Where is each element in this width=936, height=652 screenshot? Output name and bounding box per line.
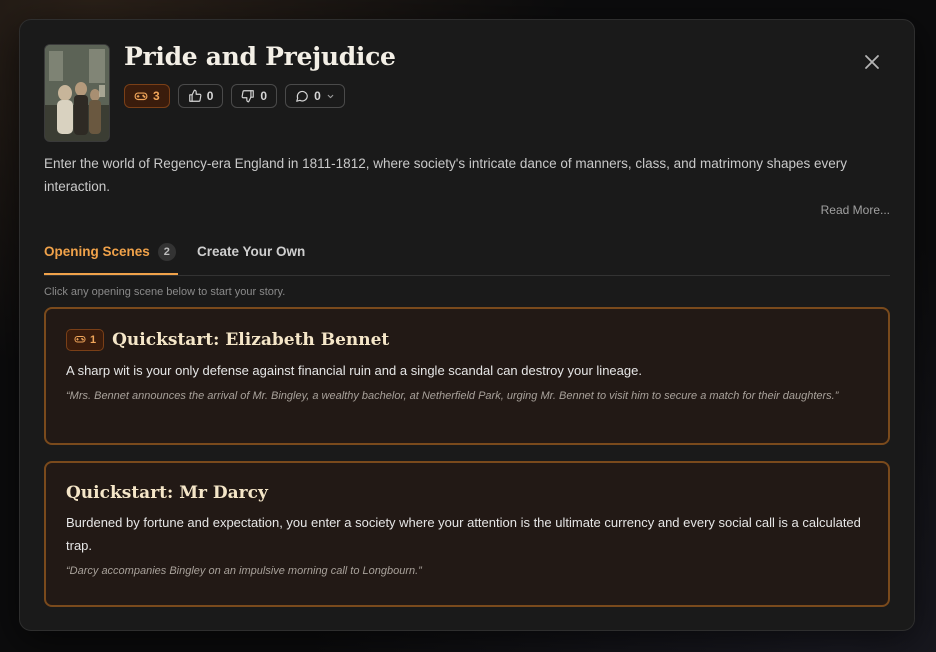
- plays-badge: 3: [124, 84, 170, 108]
- book-title: Pride and Prejudice: [124, 42, 396, 71]
- tab-opening-scenes[interactable]: Opening Scenes 2: [44, 240, 178, 275]
- scene-description: Burdened by fortune and expectation, you…: [66, 515, 861, 553]
- tab-label: Create Your Own: [197, 244, 306, 259]
- scene-title: Quickstart: Mr Darcy: [66, 483, 268, 503]
- story-modal: Pride and Prejudice 3 0 0 0 Enter the wo…: [19, 19, 915, 631]
- scene-quote: “Darcy accompanies Bingley on an impulsi…: [66, 565, 422, 577]
- close-icon[interactable]: [864, 54, 880, 70]
- scene-card-mr-darcy[interactable]: Quickstart: Mr Darcy Burdened by fortune…: [44, 461, 890, 607]
- tab-label: Opening Scenes: [44, 244, 150, 259]
- gamepad-icon: [74, 333, 86, 348]
- gamepad-icon: [134, 89, 148, 103]
- thumbs-down-icon: [241, 89, 255, 103]
- book-cover-image: [44, 44, 110, 142]
- tab-create-your-own[interactable]: Create Your Own: [197, 240, 305, 275]
- thumbs-up-icon: [188, 89, 202, 103]
- scene-card-elizabeth-bennet[interactable]: 1 Quickstart: Elizabeth Bennet A sharp w…: [44, 307, 890, 445]
- dislikes-count: 0: [260, 89, 268, 103]
- scene-title: Quickstart: Elizabeth Bennet: [112, 330, 390, 350]
- scene-tabs: Opening Scenes 2 Create Your Own: [44, 240, 890, 276]
- dislike-button[interactable]: 0: [231, 84, 278, 108]
- tab-count-badge: 2: [157, 243, 176, 261]
- read-more-link[interactable]: Read More...: [821, 203, 890, 217]
- comment-icon: [295, 89, 309, 103]
- scenes-hint: Click any opening scene below to start y…: [44, 286, 286, 298]
- like-button[interactable]: 0: [177, 84, 224, 108]
- scene-plays-count: 1: [90, 334, 97, 346]
- scene-description: A sharp wit is your only defense against…: [66, 363, 642, 378]
- scene-quote: “Mrs. Bennet announces the arrival of Mr…: [66, 390, 839, 402]
- plays-count: 3: [153, 89, 160, 103]
- comments-count: 0: [314, 89, 321, 103]
- chevron-down-icon: [326, 92, 335, 101]
- book-description: Enter the world of Regency-era England i…: [44, 156, 847, 194]
- comments-button[interactable]: 0: [285, 84, 345, 108]
- likes-count: 0: [206, 89, 214, 103]
- scene-plays-badge: 1: [66, 329, 105, 351]
- stats-bar: 3 0 0 0: [124, 84, 345, 108]
